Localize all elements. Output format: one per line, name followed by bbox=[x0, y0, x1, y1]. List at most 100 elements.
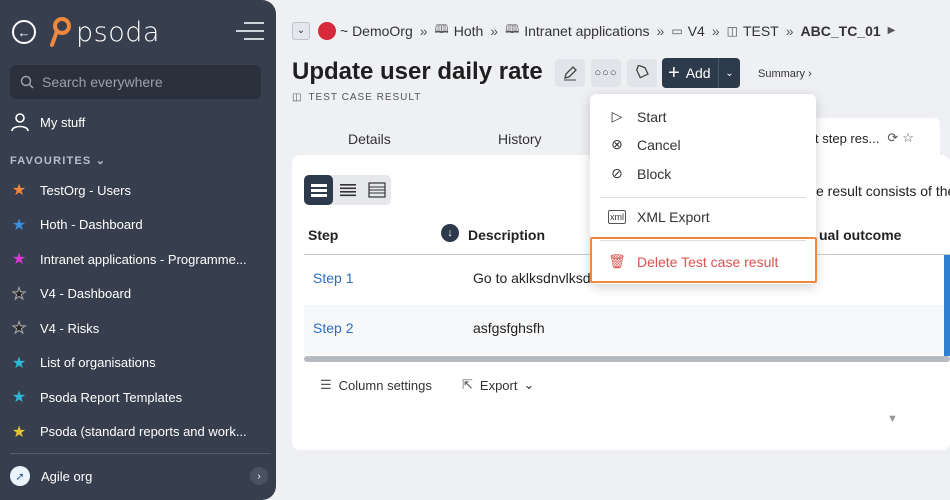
test-icon: ◫ bbox=[726, 23, 738, 38]
search-input[interactable] bbox=[42, 74, 242, 90]
horizontal-scrollbar[interactable] bbox=[304, 356, 950, 362]
menu-item-xml-export[interactable]: xml XML Export bbox=[608, 209, 710, 225]
breadcrumb-separator: » bbox=[419, 22, 428, 39]
step-link[interactable]: Step 1 bbox=[313, 270, 353, 286]
test-case-icon: ◫ bbox=[292, 92, 303, 103]
xml-file-icon: xml bbox=[608, 210, 626, 224]
logo-text: psoda bbox=[76, 16, 160, 48]
status-bar bbox=[944, 255, 950, 356]
logo-mark bbox=[50, 16, 72, 48]
view-switcher bbox=[304, 175, 391, 205]
back-icon[interactable]: ← bbox=[12, 20, 36, 44]
tag-button[interactable] bbox=[627, 59, 657, 87]
favourite-item[interactable]: ★ Intranet applications - Programme... bbox=[10, 242, 260, 277]
plus-icon: + bbox=[668, 62, 680, 84]
star-icon: ★ bbox=[11, 285, 27, 303]
org-logo-icon bbox=[318, 21, 336, 40]
breadcrumb-item[interactable]: ◫ TEST bbox=[727, 23, 779, 39]
my-stuff-label: My stuff bbox=[40, 114, 86, 130]
star-icon: ★ bbox=[11, 423, 27, 441]
star-outline-icon[interactable]: ☆ bbox=[902, 130, 914, 146]
menu-item-cancel[interactable]: ⊗ Cancel bbox=[608, 136, 680, 153]
export-icon: ⇱ bbox=[462, 377, 473, 392]
star-icon: ★ bbox=[11, 389, 27, 407]
view-comfortable-icon[interactable] bbox=[304, 175, 333, 205]
sidebar-divider bbox=[10, 453, 271, 454]
step-description: asfgsfghsfh bbox=[473, 320, 545, 336]
breadcrumb: ⌄ ~ DemoOrg » 🕮 Hoth » 🕮 Intranet applicat… bbox=[292, 20, 902, 41]
tag-icon bbox=[636, 65, 649, 79]
add-label: Add bbox=[685, 65, 711, 81]
tab-history[interactable]: History bbox=[498, 131, 542, 147]
favourites-heading[interactable]: FAVOURITES ⌄ bbox=[10, 154, 106, 167]
highlight-box bbox=[590, 237, 817, 283]
chevron-down-icon: ⌄ bbox=[95, 155, 107, 167]
step-link[interactable]: Step 2 bbox=[313, 320, 353, 336]
pencil-icon bbox=[564, 66, 577, 81]
rocket-icon: ➚ bbox=[10, 466, 30, 486]
star-icon: ★ bbox=[11, 320, 27, 338]
breadcrumb-item[interactable]: ABC_TC_01 bbox=[801, 23, 881, 39]
breadcrumb-item[interactable]: ▭ V4 bbox=[671, 23, 704, 39]
edit-button[interactable] bbox=[555, 59, 585, 87]
breadcrumb-more-icon[interactable]: ▶ bbox=[888, 25, 896, 36]
page-title: Update user daily rate bbox=[292, 58, 543, 85]
breadcrumb-separator: » bbox=[490, 22, 499, 39]
book-icon: 🕮 bbox=[434, 22, 449, 36]
chevron-down-icon[interactable]: ⌄ bbox=[718, 58, 740, 88]
agile-org-switcher[interactable]: ➚ Agile org › bbox=[10, 466, 268, 486]
play-icon: ▷ bbox=[611, 108, 623, 124]
sidebar: ← psoda My stuff FAVOURITES ⌄ ★T bbox=[0, 0, 276, 500]
favourite-item[interactable]: ★ Psoda (standard reports and work... bbox=[10, 415, 260, 450]
column-header-actual-outcome[interactable]: ual outcome bbox=[819, 227, 901, 243]
sort-down-icon[interactable]: ↓ bbox=[441, 224, 459, 242]
favourite-item[interactable]: ★ Hoth - Dashboard bbox=[10, 208, 260, 243]
favourite-item[interactable]: ★ List of organisations bbox=[10, 346, 260, 381]
menu-item-start[interactable]: ▷ Start bbox=[608, 108, 667, 125]
info-note: e result consists of the bbox=[816, 183, 950, 199]
refresh-icon[interactable]: ⟳ bbox=[887, 130, 898, 146]
agile-org-label: Agile org bbox=[41, 468, 93, 484]
favourite-item[interactable]: ★ V4 - Dashboard bbox=[10, 277, 260, 312]
chevron-down-icon: ⌄ bbox=[523, 377, 535, 392]
filter-icon[interactable]: ▼ bbox=[887, 413, 898, 425]
breadcrumb-toggle-icon[interactable]: ⌄ bbox=[292, 21, 310, 40]
breadcrumb-org[interactable]: ~ DemoOrg bbox=[340, 23, 413, 39]
star-icon: ★ bbox=[11, 216, 27, 234]
star-icon: ★ bbox=[11, 354, 27, 372]
view-dense-icon[interactable] bbox=[362, 175, 391, 205]
collapse-sidebar-icon[interactable] bbox=[236, 20, 264, 42]
favourite-item[interactable]: ★ TestOrg - Users bbox=[10, 173, 260, 208]
favourite-item[interactable]: ★ Psoda Report Templates bbox=[10, 380, 260, 415]
my-stuff-link[interactable]: My stuff bbox=[10, 112, 85, 132]
menu-item-block[interactable]: ⊘ Block bbox=[608, 165, 671, 182]
column-header-description[interactable]: Description bbox=[468, 227, 545, 243]
cancel-icon: ⊗ bbox=[611, 136, 623, 152]
more-actions-button[interactable]: ○○○ bbox=[591, 59, 621, 87]
search-box[interactable] bbox=[10, 65, 261, 99]
favourites-list: ★ TestOrg - Users ★ Hoth - Dashboard ★ Intr… bbox=[10, 173, 260, 449]
column-header-step[interactable]: Step bbox=[308, 227, 338, 243]
user-icon bbox=[11, 113, 29, 132]
breadcrumb-separator: » bbox=[711, 22, 720, 39]
menu-divider bbox=[600, 197, 806, 198]
chevron-right-icon[interactable]: › bbox=[250, 467, 268, 485]
favourite-item[interactable]: ★ V4 - Risks bbox=[10, 311, 260, 346]
summary-link[interactable]: Summary › bbox=[758, 68, 812, 80]
export-button[interactable]: ⇱ Export ⌄ bbox=[462, 377, 534, 393]
tab-details[interactable]: Details bbox=[348, 131, 391, 147]
psoda-logo[interactable]: psoda bbox=[50, 12, 160, 52]
block-icon: ⊘ bbox=[611, 165, 623, 181]
book-icon: 🕮 bbox=[505, 22, 520, 36]
column-settings-button[interactable]: ☰ Column settings bbox=[320, 377, 432, 393]
sliders-icon: ☰ bbox=[320, 377, 332, 392]
add-button[interactable]: + Add ⌄ bbox=[662, 58, 740, 88]
search-icon bbox=[20, 75, 34, 89]
view-compact-icon[interactable] bbox=[333, 175, 362, 205]
breadcrumb-separator: » bbox=[785, 22, 794, 39]
breadcrumb-item[interactable]: 🕮 Hoth bbox=[435, 20, 484, 41]
breadcrumb-separator: » bbox=[656, 22, 665, 39]
page-subtitle: ◫ TEST CASE RESULT bbox=[292, 92, 422, 103]
more-icon: ○○○ bbox=[594, 67, 618, 79]
breadcrumb-item[interactable]: 🕮 Intranet applications bbox=[505, 20, 649, 41]
